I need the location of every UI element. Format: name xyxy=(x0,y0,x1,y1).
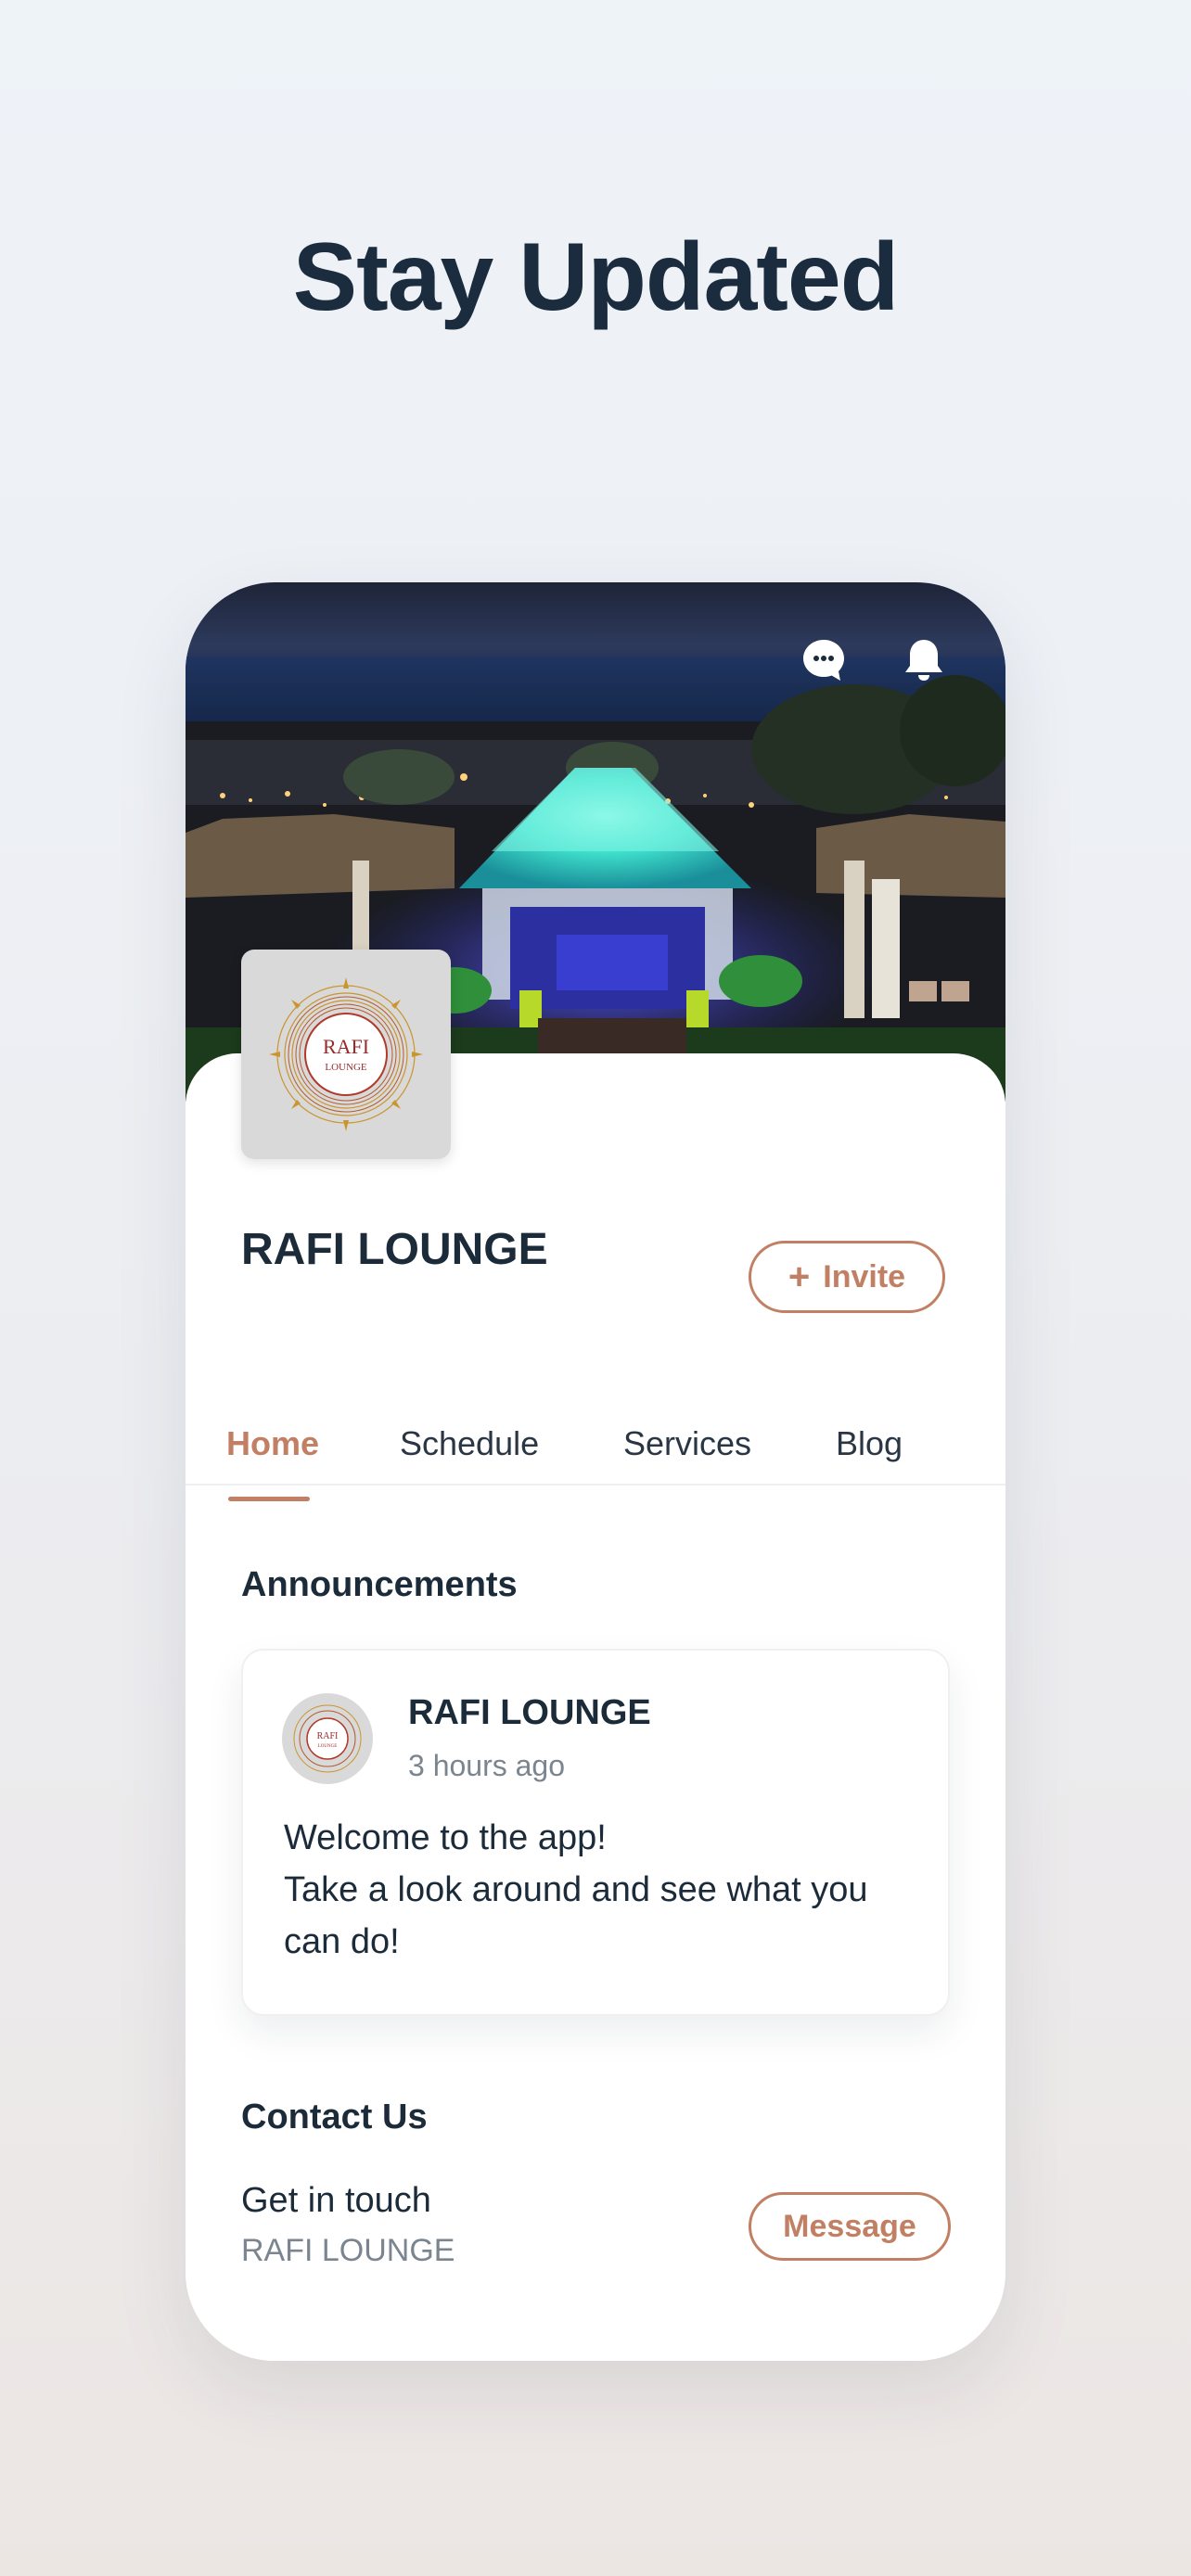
tab-bar: Home Schedule Services Blog xyxy=(186,1398,1005,1486)
chat-icon[interactable] xyxy=(798,634,850,686)
contact-business-name: RAFI LOUNGE xyxy=(241,2233,455,2268)
logo-text-bottom: LOUNGE xyxy=(325,1062,366,1073)
tab-services[interactable]: Services xyxy=(623,1424,751,1463)
post-line: Take a look around and see what you xyxy=(284,1870,868,1909)
active-tab-indicator xyxy=(228,1497,310,1501)
avatar-logo-text-top: RAFI xyxy=(317,1731,339,1741)
invite-button-label: Invite xyxy=(823,1258,906,1294)
business-name: RAFI LOUNGE xyxy=(241,1225,548,1274)
business-logo: RAFI LOUNGE xyxy=(241,950,451,1159)
phone-mockup: RAFI LOUNGE RAFI LOUNGE + Invite Home Sc… xyxy=(186,582,1005,2361)
bell-icon[interactable] xyxy=(898,634,950,686)
contact-subtitle: Get in touch xyxy=(241,2181,431,2220)
post-line: Welcome to the app! xyxy=(284,1818,607,1857)
avatar: RAFI LOUNGE xyxy=(282,1693,373,1784)
tab-home[interactable]: Home xyxy=(226,1424,319,1463)
contact-title: Contact Us xyxy=(241,2098,428,2136)
page-headline: Stay Updated xyxy=(292,223,900,331)
plus-icon: + xyxy=(788,1256,811,1297)
post-timestamp: 3 hours ago xyxy=(408,1749,566,1782)
sun-logo-icon: RAFI LOUNGE xyxy=(293,1704,362,1773)
tab-schedule[interactable]: Schedule xyxy=(400,1424,539,1463)
announcement-card[interactable]: RAFI LOUNGE RAFI LOUNGE 3 hours ago Welc… xyxy=(241,1649,950,2016)
post-author: RAFI LOUNGE xyxy=(408,1693,651,1732)
sun-logo-icon: RAFI LOUNGE xyxy=(269,977,423,1131)
logo-text-top: RAFI xyxy=(323,1035,369,1058)
tab-blog[interactable]: Blog xyxy=(836,1424,903,1463)
post-line: can do! xyxy=(284,1922,400,1961)
invite-button[interactable]: + Invite xyxy=(749,1241,945,1313)
message-button[interactable]: Message xyxy=(749,2192,951,2261)
announcements-title: Announcements xyxy=(241,1565,518,1604)
post-body: Welcome to the app! Take a look around a… xyxy=(284,1812,924,1968)
avatar-logo-text-bottom: LOUNGE xyxy=(318,1744,338,1749)
